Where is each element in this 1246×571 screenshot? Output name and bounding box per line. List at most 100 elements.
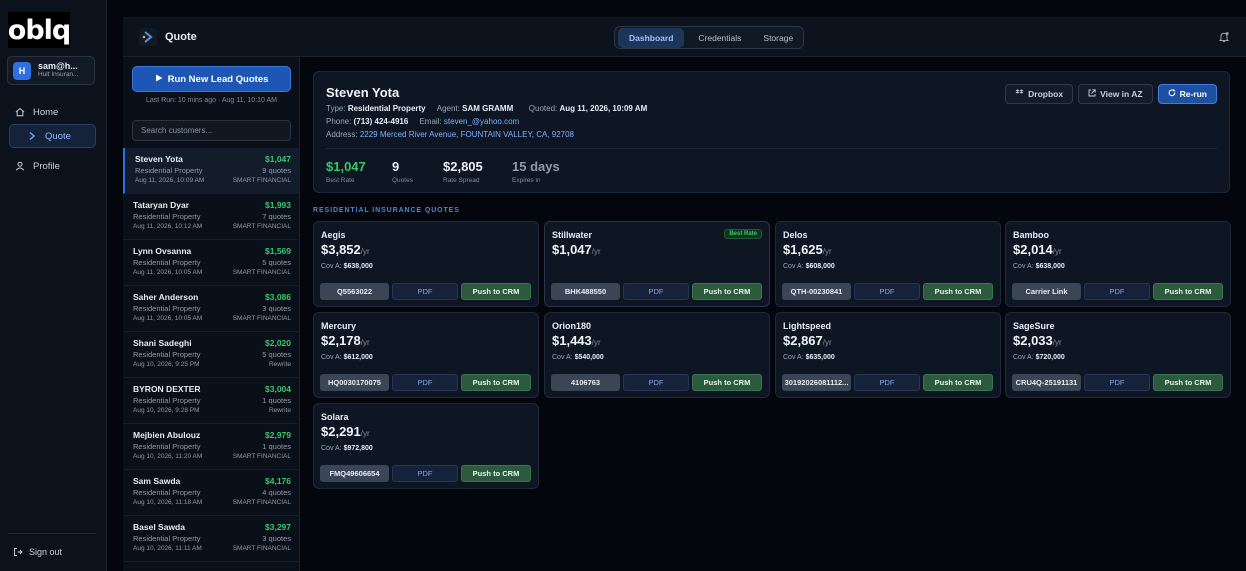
price-unit: /yr [591,338,601,347]
user-menu[interactable]: H sam@h... Hult Insuran... [7,56,95,85]
quote-ref-button[interactable]: QTH-00230841 [782,283,851,300]
quote-price: $1,047/yr [552,242,601,257]
price-unit: /yr [822,338,832,347]
tab-dashboard[interactable]: Dashboard [618,27,685,48]
oblq-logo[interactable]: oblq [8,12,71,48]
pdf-button[interactable]: PDF [392,374,458,391]
list-item[interactable]: Basel Sawda $3,297 Residential Property 3 q… [123,516,300,562]
push-to-crm-button[interactable]: Push to CRM [692,283,762,300]
quote-ref-button[interactable]: Q5563022 [320,283,389,300]
customer-email-link[interactable]: steven_@yahoo.com [444,117,519,126]
quote-card: Mercury $2,178/yr Cov A: $612,000 HQ0030… [313,312,539,398]
tab-storage[interactable]: Storage [755,28,801,48]
lead-date: Aug 10, 2026, 11:11 AM [133,545,202,552]
list-item[interactable]: Mejbien Abulouz $2,979 Residential Propert… [123,424,300,470]
lead-type: Residential Property [133,396,201,405]
avatar: H [13,61,31,80]
pdf-button[interactable]: PDF [1084,283,1150,300]
tab-credentials[interactable]: Credentials [690,28,749,48]
stat-label: Best Rate [326,177,355,184]
carrier-name: Solara [321,412,349,422]
quote-ref-button[interactable]: HQ0030170075 [320,374,389,391]
coverage-value: $612,000 [343,354,373,361]
view-in-az-button[interactable]: View in AZ [1078,84,1153,104]
sign-out-icon [13,547,23,557]
pdf-button[interactable]: PDF [623,374,689,391]
lead-source: SMART FINANCIAL [232,269,291,276]
lead-list-panel: Run New Lead Quotes Last Run: 10 mins ag… [123,57,300,571]
quote-price: $3,852/yr [321,242,370,257]
quote-price: $2,867/yr [783,333,832,348]
lead-name: Saher Anderson [133,292,199,302]
push-to-crm-button[interactable]: Push to CRM [461,465,531,482]
sidebar-item-home[interactable]: Home [9,100,96,124]
run-button-label: Run New Lead Quotes [167,73,269,85]
sidebar-item-profile[interactable]: Profile [9,154,96,178]
price-value: $2,291 [321,424,361,439]
list-item[interactable]: Lynn Ovsanna $1,569 Residential Property 5 … [123,240,300,286]
sign-out-button[interactable]: Sign out [13,547,62,557]
price-unit: /yr [360,247,370,256]
detail-divider [326,148,1217,149]
phone-label: Phone: [326,117,352,126]
sidebar-item-quote[interactable]: Quote [9,124,96,148]
stat-value: $1,047 [326,159,366,174]
push-to-crm-button[interactable]: Push to CRM [923,374,993,391]
price-unit: /yr [360,338,370,347]
carrier-link-button[interactable]: Carrier Link [1012,283,1081,300]
push-to-crm-button[interactable]: Push to CRM [1153,374,1223,391]
carrier-name: Bamboo [1013,230,1049,240]
header: Quote Dashboard Credentials Storage [123,17,1246,57]
customer-address-link[interactable]: 2229 Merced River Avenue, FOUNTAIN VALLE… [360,130,574,139]
pdf-button[interactable]: PDF [392,465,458,482]
stat-label: Expires in [512,177,541,184]
push-to-crm-button[interactable]: Push to CRM [923,283,993,300]
list-item[interactable]: Saher Anderson $3,086 Residential Property… [123,286,300,332]
coverage-value: $972,800 [343,445,373,452]
pdf-button[interactable]: PDF [1084,374,1150,391]
notification-bell-icon[interactable] [1218,30,1230,48]
main-content: Steven Yota Type: Residential Property A… [300,57,1246,571]
agent-label: Agent: [436,104,460,113]
quote-ref-button[interactable]: FMQ49606654 [320,465,389,482]
customer-quoted-date: Aug 11, 2026, 10:09 AM [559,104,648,113]
quote-ref-button[interactable]: BHK488550 [551,283,620,300]
pdf-button[interactable]: PDF [392,283,458,300]
push-to-crm-button[interactable]: Push to CRM [461,283,531,300]
quoted-label: Quoted: [528,104,558,113]
pdf-button[interactable]: PDF [854,374,920,391]
lead-name: Basel Sawda [133,522,185,532]
stat-expires-in: 15 days Expires in [512,159,560,184]
quote-ref-button[interactable]: CRU4Q-25191131 [1012,374,1081,391]
home-icon [15,107,25,117]
customer-search-input[interactable] [132,120,291,141]
lead-source: SMART FINANCIAL [232,223,291,230]
pdf-button[interactable]: PDF [623,283,689,300]
lead-price: $2,979 [265,430,291,440]
list-item[interactable]: Shani Sadeghi $2,020 Residential Property 5… [123,332,300,378]
list-item[interactable]: Tataryan Dyar $1,993 Residential Property 7… [123,194,300,240]
quote-ref-button[interactable]: 30192026081112... [782,374,851,391]
price-unit: /yr [591,247,601,256]
coverage-a: Cov A: $972,800 [321,445,373,452]
customer-address-row: Address: 2229 Merced River Avenue, FOUNT… [326,130,574,139]
push-to-crm-button[interactable]: Push to CRM [461,374,531,391]
list-item[interactable]: BYRON DEXTER $3,004 Residential Property 1 … [123,378,300,424]
list-item[interactable]: Steven Yota $1,047 Residential Property 9 q… [123,148,300,194]
carrier-name: Lightspeed [783,321,832,331]
push-to-crm-button[interactable]: Push to CRM [692,374,762,391]
pdf-button[interactable]: PDF [854,283,920,300]
quote-ref-button[interactable]: 4106763 [551,374,620,391]
price-value: $3,852 [321,242,361,257]
lead-quote-count: 4 quotes [262,488,291,497]
lead-source: SMART FINANCIAL [232,545,291,552]
coverage-value: $720,000 [1035,354,1065,361]
lead-source: SMART FINANCIAL [232,315,291,322]
list-item[interactable]: Sam Sawda $4,176 Residential Property 4 quo… [123,470,300,516]
run-new-lead-quotes-button[interactable]: Run New Lead Quotes [132,66,291,92]
dropbox-button[interactable]: Dropbox [1005,84,1074,104]
rerun-button[interactable]: Re-run [1157,84,1217,104]
push-to-crm-button[interactable]: Push to CRM [1153,283,1223,300]
lead-type: Residential Property [133,442,201,451]
view-in-az-label: View in AZ [1100,89,1143,99]
